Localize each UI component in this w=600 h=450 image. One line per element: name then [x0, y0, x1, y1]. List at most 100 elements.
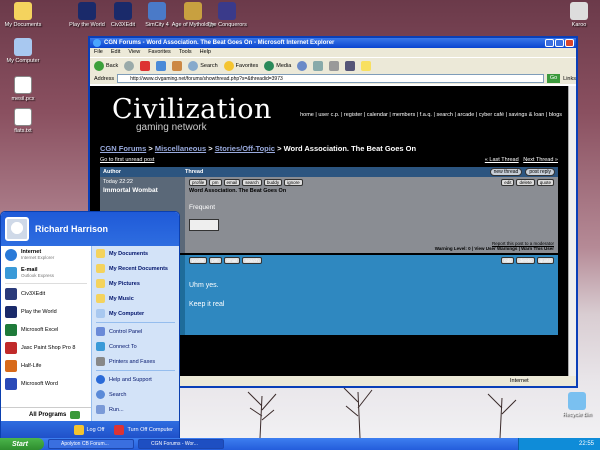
- back-button[interactable]: Back: [94, 60, 118, 71]
- maximize-button[interactable]: [555, 39, 564, 47]
- go-button[interactable]: Go: [546, 74, 561, 83]
- pm-button[interactable]: pm: [209, 257, 222, 264]
- email-button[interactable]: email: [223, 179, 241, 186]
- start-button[interactable]: Start: [0, 438, 44, 450]
- all-programs-button[interactable]: All Programs: [1, 407, 91, 421]
- profile-button[interactable]: profile: [189, 179, 208, 186]
- edit-post-button[interactable]: edit: [501, 257, 515, 264]
- quote-post-button[interactable]: quote: [536, 179, 554, 186]
- desktop-icon-karoo[interactable]: Karoo: [556, 2, 600, 28]
- site-nav[interactable]: home | user c.p. | register | calendar |…: [300, 112, 562, 118]
- start-item-run[interactable]: Run...: [92, 402, 179, 417]
- buddy-button[interactable]: buddy: [263, 179, 283, 186]
- start-item-my-pictures[interactable]: My Pictures: [92, 276, 179, 291]
- desktop-icon-my-computer[interactable]: My Computer: [0, 38, 46, 64]
- start-item-word[interactable]: Microsoft Word: [1, 375, 91, 393]
- breadcrumb-stories[interactable]: Stories/Off-Topic: [215, 144, 275, 153]
- close-button[interactable]: [565, 39, 574, 47]
- media-button[interactable]: Media: [264, 60, 291, 71]
- messenger-button[interactable]: [361, 60, 372, 71]
- links-label[interactable]: Links: [563, 76, 576, 82]
- menu-edit[interactable]: Edit: [111, 48, 120, 57]
- history-icon: [297, 60, 308, 71]
- start-item-connect-to[interactable]: Connect To: [92, 339, 179, 354]
- start-item-my-documents[interactable]: My Documents: [92, 246, 179, 261]
- start-item-printers[interactable]: Printers and Faxes: [92, 354, 179, 369]
- start-item-my-recent-documents[interactable]: My Recent Documents: [92, 261, 179, 276]
- search-posts-button[interactable]: search: [242, 179, 262, 186]
- search-posts-button[interactable]: search: [242, 257, 262, 264]
- pm-button[interactable]: pm: [209, 179, 222, 186]
- avatar[interactable]: [5, 217, 29, 241]
- search-button[interactable]: Search: [188, 60, 218, 71]
- start-item-excel[interactable]: Microsoft Excel: [1, 321, 91, 339]
- refresh-button[interactable]: [156, 60, 167, 71]
- start-item-search[interactable]: Search: [92, 387, 179, 402]
- folder-icon: [96, 294, 105, 303]
- forward-button[interactable]: [124, 60, 135, 71]
- start-item-internet[interactable]: Internet Internet Explorer: [1, 246, 91, 264]
- desktop-icon-the-conquerors[interactable]: The Conquerors: [204, 2, 250, 28]
- edit-post-button[interactable]: edit: [501, 179, 515, 186]
- start-item-email[interactable]: E-mail Outlook Express: [1, 264, 91, 282]
- search-icon: [96, 390, 105, 399]
- ignore-button[interactable]: ignore: [284, 179, 303, 186]
- turn-off-button[interactable]: Turn Off Computer: [114, 425, 173, 435]
- mail-icon: [313, 60, 324, 71]
- start-menu-footer: Log Off Turn Off Computer: [1, 421, 179, 439]
- start-item-control-panel[interactable]: Control Panel: [92, 324, 179, 339]
- forum-header: Civilization gaming network home | user …: [90, 86, 568, 142]
- ie-menu-bar: File Edit View Favorites Tools Help: [90, 48, 576, 57]
- taskbar-task-apolyton[interactable]: Apolyton CB Forum...: [48, 439, 134, 449]
- menu-help[interactable]: Help: [200, 48, 211, 57]
- printer-icon: [96, 357, 105, 366]
- start-item-civ3xedit[interactable]: Civ3XEdit: [1, 285, 91, 303]
- start-item-half-life[interactable]: Half-Life: [1, 357, 91, 375]
- start-item-play-the-world[interactable]: Play the World: [1, 303, 91, 321]
- log-off-button[interactable]: Log Off: [73, 425, 104, 435]
- breadcrumb-root[interactable]: CGN Forums: [100, 144, 146, 153]
- delete-post-button[interactable]: delete: [516, 257, 535, 264]
- start-item-my-computer[interactable]: My Computer: [92, 306, 179, 321]
- history-button[interactable]: [297, 60, 308, 71]
- menu-view[interactable]: View: [128, 48, 140, 57]
- menu-file[interactable]: File: [94, 48, 103, 57]
- start-item-help[interactable]: Help and Support: [92, 372, 179, 387]
- start-item-paint-shop-pro[interactable]: Jasc Paint Shop Pro 8: [1, 339, 91, 357]
- ie-title-bar[interactable]: CGN Forums - Word Association. The Beat …: [90, 38, 576, 48]
- desktop-icon-recycle-bin[interactable]: Recycle Bin: [554, 392, 600, 418]
- desktop-icon-my-documents[interactable]: My Documents: [0, 2, 46, 28]
- minimize-button[interactable]: [545, 39, 554, 47]
- site-logo[interactable]: Civilization: [112, 94, 272, 125]
- new-thread-button[interactable]: new thread: [489, 168, 523, 176]
- post-reply-button[interactable]: post reply: [525, 168, 555, 176]
- breadcrumb-miscellaneous[interactable]: Miscellaneous: [155, 144, 206, 153]
- address-input[interactable]: http://www.civgaming.net/forums/showthre…: [117, 74, 544, 83]
- edit-button[interactable]: [345, 60, 356, 71]
- post-author[interactable]: Immortal Wombat: [103, 187, 182, 194]
- print-button[interactable]: [329, 60, 340, 71]
- start-left-pane: Internet Internet Explorer E-mail Outlook …: [1, 246, 91, 421]
- menu-favorites[interactable]: Favorites: [148, 48, 171, 57]
- delete-post-button[interactable]: delete: [516, 179, 535, 186]
- first-unread-link[interactable]: Go to first unread post: [100, 157, 154, 163]
- vertical-scrollbar[interactable]: [568, 86, 576, 376]
- quote-post-button[interactable]: quote: [536, 257, 554, 264]
- mail-button[interactable]: [313, 60, 324, 71]
- civ3xedit-icon: [114, 2, 132, 20]
- menu-tools[interactable]: Tools: [179, 48, 192, 57]
- folder-icon: [96, 264, 105, 273]
- desktop-icon-flats-txt[interactable]: flats.txt: [0, 108, 46, 134]
- start-item-my-music[interactable]: My Music: [92, 291, 179, 306]
- profile-button[interactable]: profile: [189, 257, 208, 264]
- clock[interactable]: 22:55: [579, 441, 594, 447]
- last-thread-link[interactable]: « Last Thread: [485, 157, 519, 163]
- favorites-button[interactable]: Favorites: [223, 60, 258, 71]
- desktop-icon-mesil-pcx[interactable]: mesil.pcx: [0, 76, 46, 102]
- next-thread-link[interactable]: Next Thread »: [523, 157, 558, 163]
- post-date: Today 22:22: [103, 179, 133, 185]
- taskbar-task-cgn[interactable]: CGN Forums - Wor...: [138, 439, 224, 449]
- email-button[interactable]: email: [223, 257, 241, 264]
- stop-button[interactable]: [140, 60, 151, 71]
- home-button[interactable]: [172, 60, 183, 71]
